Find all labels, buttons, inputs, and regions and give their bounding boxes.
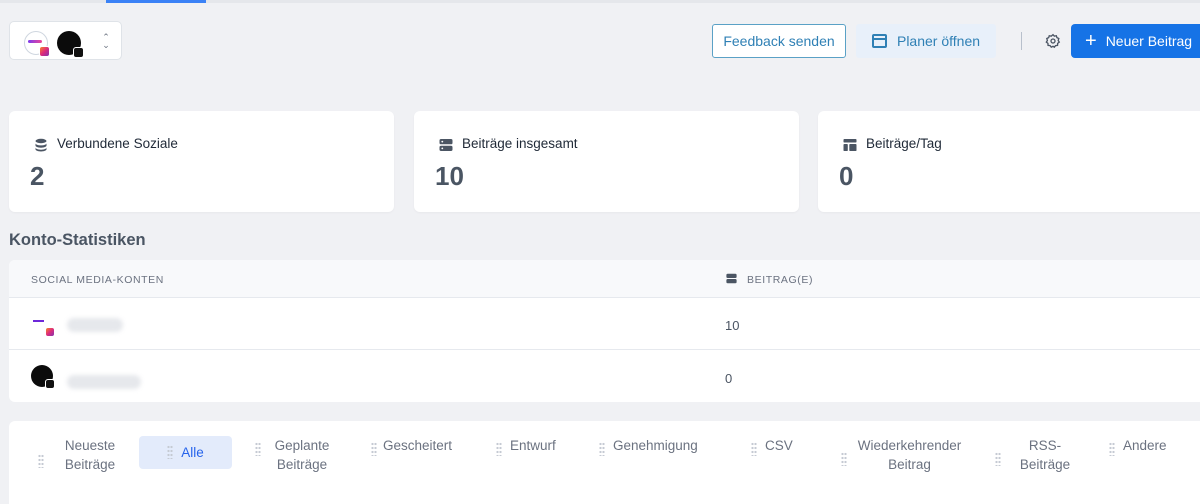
redacted-account-name: [67, 375, 141, 389]
account-avatar-2: [57, 31, 84, 58]
post-count: 10: [725, 318, 740, 333]
account-switcher[interactable]: ⌃ ⌄: [9, 21, 122, 60]
active-tab-indicator: [106, 0, 206, 3]
top-tab-strip: [0, 0, 1200, 3]
tab-newest-posts[interactable]: Neueste Beiträge: [36, 436, 116, 474]
stat-value: 0: [839, 161, 854, 191]
stat-card-posts-per-day: Beiträge/Tag 0: [818, 111, 1200, 212]
feedback-button-label: Feedback senden: [723, 33, 835, 49]
open-planner-button[interactable]: Planer öffnen: [856, 24, 996, 58]
stat-card-connected: Verbundene Soziale 2: [9, 111, 394, 212]
tab-failed[interactable]: Gescheitert: [369, 436, 459, 456]
table-row[interactable]: 10: [9, 298, 1200, 350]
tab-rss-posts[interactable]: RSS-Beiträge: [993, 436, 1070, 474]
tab-label: Alle: [181, 445, 204, 460]
instagram-icon: [39, 46, 50, 57]
new-post-label: Neuer Beitrag: [1105, 33, 1193, 49]
stat-value: 2: [30, 161, 45, 191]
account-logo-mark: [33, 320, 44, 322]
instagram-icon: [73, 47, 84, 58]
drag-handle-icon: [995, 452, 1001, 466]
drag-handle-icon: [841, 452, 847, 466]
tab-label: Geplante Beiträge: [274, 438, 330, 472]
calendar-icon: [871, 34, 887, 48]
stat-value: 10: [435, 161, 464, 191]
gear-icon[interactable]: [1045, 33, 1061, 49]
tab-label: Gescheitert: [383, 438, 453, 453]
drag-handle-icon: [599, 442, 605, 456]
new-post-button[interactable]: + Neuer Beitrag: [1071, 24, 1200, 58]
section-title: Konto-Statistiken: [9, 231, 146, 249]
tab-all[interactable]: Alle: [139, 436, 232, 469]
database-icon: [35, 138, 47, 152]
table-row[interactable]: 0: [9, 350, 1200, 402]
drag-handle-icon: [496, 442, 502, 456]
toolbar-divider: [1021, 32, 1022, 50]
stat-card-total-posts: Beiträge insgesamt 10: [414, 111, 799, 212]
tab-draft[interactable]: Entwurf: [494, 436, 564, 456]
drag-handle-icon: [255, 442, 261, 456]
account-avatar-1: [24, 31, 50, 57]
tab-label: Neueste Beiträge: [64, 438, 116, 472]
column-header: SOCIAL MEDIA-KONTEN: [31, 274, 164, 286]
tab-recurring-post[interactable]: Wiederkehrender Beitrag: [839, 436, 964, 474]
tab-label: Wiederkehrender Beitrag: [857, 438, 962, 472]
stat-label: Verbundene Soziale: [57, 136, 178, 151]
instagram-icon: [45, 379, 55, 389]
drag-handle-icon: [751, 442, 757, 456]
tab-csv[interactable]: CSV: [749, 436, 799, 456]
tab-scheduled-posts[interactable]: Geplante Beiträge: [252, 436, 338, 474]
drag-handle-icon: [38, 454, 44, 468]
post-filter-tabs: Neueste Beiträge Alle Geplante Beiträge …: [9, 421, 1200, 504]
stat-label: Beiträge insgesamt: [462, 136, 578, 151]
chevron-up-down-icon: ⌃ ⌄: [102, 32, 110, 50]
tab-label: Andere: [1123, 438, 1167, 453]
tab-label: Genehmigung: [613, 438, 698, 453]
account-logo-mark: [28, 40, 42, 43]
instagram-icon: [45, 327, 55, 337]
post-count: 0: [725, 371, 733, 386]
stat-label: Beiträge/Tag: [866, 136, 942, 151]
account-avatar: [31, 365, 55, 389]
layout-icon: [843, 139, 857, 151]
plus-icon: +: [1085, 30, 1097, 52]
table-header: SOCIAL MEDIA-KONTEN BEITRAG(E): [9, 260, 1200, 298]
server-icon: [439, 139, 453, 151]
drag-handle-icon: [167, 445, 173, 459]
account-stats-table: SOCIAL MEDIA-KONTEN BEITRAG(E) 10 0: [9, 260, 1200, 402]
open-planner-label: Planer öffnen: [896, 33, 981, 49]
drag-handle-icon: [371, 442, 377, 456]
column-header: BEITRAG(E): [747, 274, 814, 286]
tab-other[interactable]: Andere: [1107, 436, 1177, 456]
redacted-account-name: [67, 318, 123, 332]
tab-label: RSS-Beiträge: [1019, 438, 1071, 472]
feedback-button[interactable]: Feedback senden: [712, 24, 846, 58]
server-icon: [726, 273, 737, 284]
drag-handle-icon: [1109, 442, 1115, 456]
tab-label: Entwurf: [510, 438, 556, 453]
tab-approval[interactable]: Genehmigung: [597, 436, 707, 456]
account-avatar: [31, 313, 55, 337]
